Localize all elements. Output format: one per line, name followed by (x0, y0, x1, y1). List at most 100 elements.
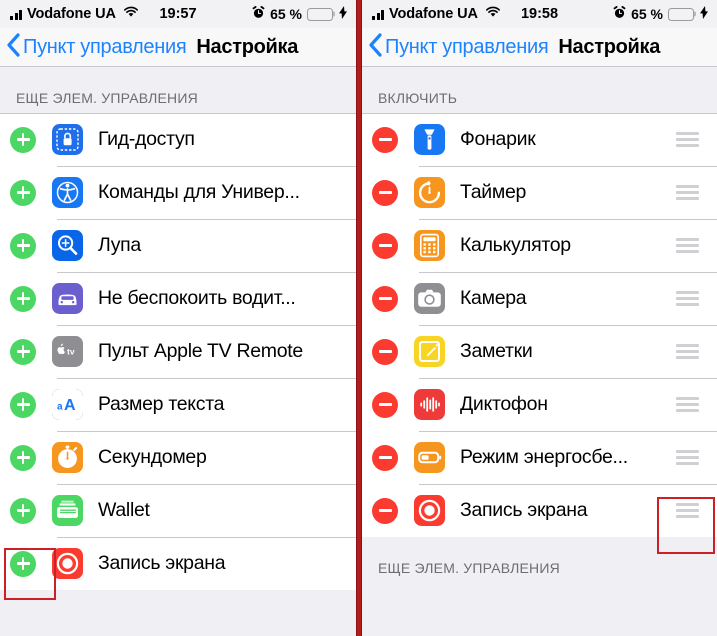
list-item[interactable]: Запись экрана (362, 484, 717, 537)
list-item-label: Гид-доступ (98, 128, 195, 150)
remove-control-button[interactable] (372, 285, 398, 312)
add-control-button[interactable] (10, 391, 36, 418)
included-controls-list: Фонарик Таймер Калькулятор Камера Заметки Дик… (362, 113, 717, 537)
remove-control-button[interactable] (372, 391, 398, 418)
remove-control-button[interactable] (372, 179, 398, 206)
status-bar-left-group: Vodafone UA (10, 6, 139, 22)
do-not-disturb-while-driving-icon (52, 283, 83, 314)
list-item[interactable]: Камера (362, 272, 717, 325)
alarm-clock-icon (252, 5, 265, 23)
signal-bars-icon (10, 9, 22, 20)
drag-handle-icon[interactable] (676, 397, 699, 412)
lightning-bolt-icon (339, 5, 347, 23)
left-content-body: ЕЩЕ ЭЛЕМ. УПРАВЛЕНИЯ Гид-доступ Команды д… (0, 67, 356, 636)
list-item-label: Диктофон (460, 393, 548, 415)
page-title-left: Настройка (196, 35, 299, 58)
chevron-left-icon (368, 32, 382, 62)
battery-percent-label: 65 % (270, 6, 302, 22)
list-item-label: Секундомер (98, 446, 207, 468)
list-item[interactable]: Диктофон (362, 378, 717, 431)
drag-handle-icon[interactable] (676, 503, 699, 518)
list-item-label: Не беспокоить водит... (98, 287, 296, 309)
lightning-bolt-icon (700, 5, 708, 23)
drag-handle-icon[interactable] (676, 132, 699, 147)
list-item[interactable]: Лупа (0, 219, 356, 272)
add-control-button[interactable] (10, 497, 36, 524)
add-control-button[interactable] (10, 232, 36, 259)
add-control-button[interactable] (10, 338, 36, 365)
remove-control-button[interactable] (372, 497, 398, 524)
page-title-right: Настройка (558, 35, 661, 58)
list-item[interactable]: Заметки (362, 325, 717, 378)
status-bar-right-group: 65 % (613, 5, 708, 23)
timer-icon (414, 177, 445, 208)
carrier-label: Vodafone UA (389, 6, 478, 22)
list-item[interactable]: Таймер (362, 166, 717, 219)
add-control-button[interactable] (10, 179, 36, 206)
navigation-bar-right: Пункт управления Настройка (362, 28, 717, 67)
drag-handle-icon[interactable] (676, 185, 699, 200)
list-item[interactable]: Калькулятор (362, 219, 717, 272)
svg-text:a: a (57, 402, 63, 413)
list-item-label: Калькулятор (460, 234, 571, 256)
wifi-icon (123, 6, 139, 22)
back-button-left[interactable]: Пункт управления (6, 32, 187, 62)
list-item[interactable]: Фонарик (362, 113, 717, 166)
list-item-label: Wallet (98, 499, 150, 521)
list-item[interactable]: Гид-доступ (0, 113, 356, 166)
list-item-label: Лупа (98, 234, 141, 256)
remove-control-button[interactable] (372, 232, 398, 259)
section-header-more-controls-right: ЕЩЕ ЭЛЕМ. УПРАВЛЕНИЯ (362, 537, 717, 583)
back-button-right[interactable]: Пункт управления (368, 32, 549, 62)
svg-text:A: A (64, 397, 76, 414)
more-controls-list: Гид-доступ Команды для Универ... Лупа Не бе… (0, 113, 356, 590)
remove-control-button[interactable] (372, 338, 398, 365)
add-control-button[interactable] (10, 550, 36, 577)
drag-handle-icon[interactable] (676, 344, 699, 359)
status-bar-right-group: 65 % (252, 5, 347, 23)
status-bar-right: Vodafone UA 19:58 65 % (362, 0, 717, 28)
add-control-button[interactable] (10, 285, 36, 312)
remove-control-button[interactable] (372, 444, 398, 471)
add-control-button[interactable] (10, 126, 36, 153)
list-item[interactable]: tv Пульт Apple TV Remote (0, 325, 356, 378)
list-item[interactable]: Запись экрана (0, 537, 356, 590)
accessibility-shortcuts-icon (52, 177, 83, 208)
notes-icon (414, 336, 445, 367)
flashlight-icon (414, 124, 445, 155)
screen-recording-icon (52, 548, 83, 579)
list-item[interactable]: Wallet (0, 484, 356, 537)
screen-recording-icon (414, 495, 445, 526)
list-footer-spacer-right (362, 583, 717, 636)
wifi-icon (485, 6, 501, 22)
list-footer-spacer-left (0, 590, 356, 636)
battery-percent-label: 65 % (631, 6, 663, 22)
alarm-clock-icon (613, 5, 626, 23)
drag-handle-icon[interactable] (676, 238, 699, 253)
list-item-label: Режим энергосбе... (460, 446, 628, 468)
remove-control-button[interactable] (372, 126, 398, 153)
list-item-label: Камера (460, 287, 527, 309)
wallet-icon (52, 495, 83, 526)
list-item[interactable]: Режим энергосбе... (362, 431, 717, 484)
camera-icon (414, 283, 445, 314)
svg-text:tv: tv (67, 347, 75, 357)
drag-handle-icon[interactable] (676, 450, 699, 465)
drag-handle-icon[interactable] (676, 291, 699, 306)
list-item-label: Пульт Apple TV Remote (98, 340, 303, 362)
back-button-label: Пункт управления (385, 35, 549, 58)
carrier-label: Vodafone UA (27, 6, 116, 22)
chevron-left-icon (6, 32, 20, 62)
status-bar-left: Vodafone UA 19:57 65 % (0, 0, 356, 28)
right-phone-screen: Vodafone UA 19:58 65 % Пункт управления … (362, 0, 717, 636)
list-item[interactable]: Команды для Универ... (0, 166, 356, 219)
add-control-button[interactable] (10, 444, 36, 471)
list-item[interactable]: Не беспокоить водит... (0, 272, 356, 325)
battery-icon (307, 7, 333, 21)
calculator-icon (414, 230, 445, 261)
list-item-label: Размер текста (98, 393, 225, 415)
list-item[interactable]: Секундомер (0, 431, 356, 484)
section-header-include: ВКЛЮЧИТЬ (362, 67, 717, 113)
list-item[interactable]: a A Размер текста (0, 378, 356, 431)
stopwatch-icon (52, 442, 83, 473)
